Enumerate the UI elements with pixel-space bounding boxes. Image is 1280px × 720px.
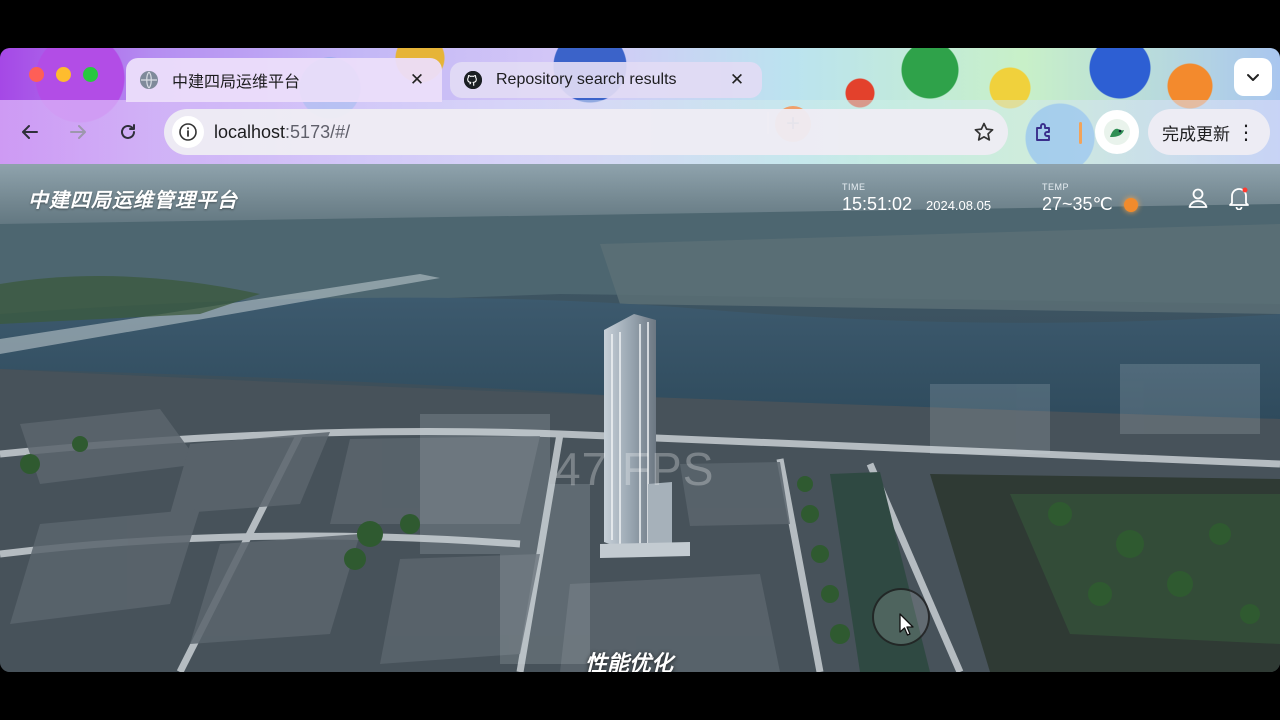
fps-counter: 47 FPS (555, 443, 715, 495)
more-menu-icon[interactable]: ⋮ (1236, 122, 1256, 142)
forward-arrow-icon[interactable] (62, 116, 94, 148)
github-icon (464, 71, 482, 89)
globe-icon (140, 71, 158, 89)
close-window-button[interactable] (29, 67, 44, 82)
chevron-down-icon[interactable] (1234, 58, 1272, 96)
address-bar[interactable]: localhost:5173/#/ (164, 109, 1008, 155)
time-label: TIME (842, 182, 866, 192)
clock-date: 2024.08.05 (926, 198, 992, 213)
sun-icon (1124, 198, 1138, 212)
update-label: 完成更新 (1162, 124, 1230, 145)
reload-icon[interactable] (112, 116, 144, 148)
close-tab-icon[interactable]: ✕ (406, 69, 428, 91)
tab-repository-search[interactable]: Repository search results ✕ (450, 62, 762, 98)
page-viewport: 中建四局运维管理平台 TIME 15:51:02 2024.08.05 TEMP… (0, 164, 1280, 672)
url-host: localhost (214, 121, 286, 142)
back-arrow-icon[interactable] (14, 116, 46, 148)
user-icon[interactable] (1186, 186, 1210, 210)
profile-avatar-icon[interactable] (1095, 110, 1139, 154)
update-button[interactable]: 完成更新 ⋮ (1148, 109, 1270, 155)
site-info-icon[interactable] (172, 116, 204, 148)
tab-title: 中建四局运维平台 (172, 74, 301, 91)
temperature: 27~35℃ (1042, 194, 1113, 214)
browser-chrome: 中建四局运维平台 ✕ Repository search results ✕ + (0, 48, 1280, 164)
browser-window: 中建四局运维平台 ✕ Repository search results ✕ + (0, 48, 1280, 672)
clock-time: 15:51:02 (842, 194, 913, 214)
maximize-window-button[interactable] (83, 67, 98, 82)
city-3d-scene[interactable] (0, 164, 1280, 672)
close-tab-icon[interactable]: ✕ (726, 69, 748, 91)
toolbar-divider (1079, 122, 1082, 144)
page-title: 中建四局运维管理平台 (28, 188, 238, 212)
puzzle-icon[interactable] (1028, 116, 1060, 148)
subtitle-caption: 性能优化 (585, 652, 674, 672)
star-icon[interactable] (968, 116, 1000, 148)
url-text[interactable]: localhost:5173/#/ (214, 122, 968, 143)
url-path: :5173/#/ (285, 121, 351, 142)
mouse-cursor-icon (899, 613, 914, 636)
minimize-window-button[interactable] (56, 67, 71, 82)
temp-label: TEMP (1042, 182, 1070, 192)
tab-platform[interactable]: 中建四局运维平台 ✕ (126, 58, 442, 102)
tab-title: Repository search results (496, 71, 677, 88)
bell-icon[interactable] (1228, 186, 1250, 211)
